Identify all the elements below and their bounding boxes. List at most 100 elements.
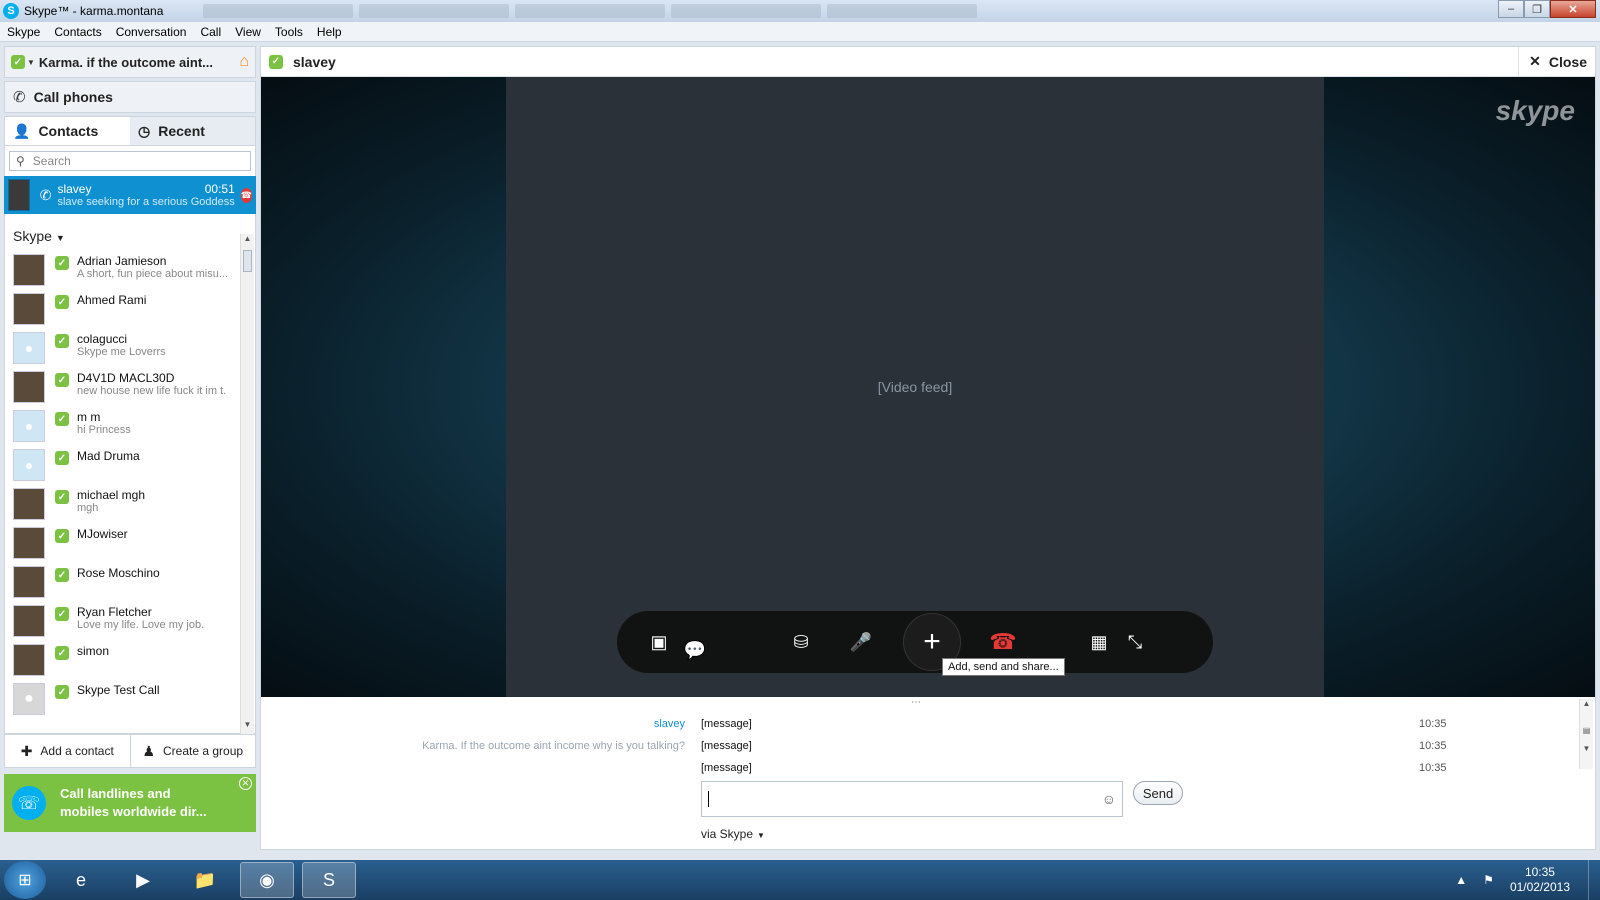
menu-bar: Skype Contacts Conversation Call View To… [0,22,1600,42]
contact-name: Ryan Fletcher [77,605,152,619]
avatar [13,566,45,598]
microphone-icon[interactable]: 🎤 [843,624,879,660]
chevron-down-icon[interactable]: ▼ [27,58,35,67]
menu-help[interactable]: Help [310,25,349,39]
promo-line-1: Call landlines and [60,786,171,801]
hangup-icon[interactable]: ☎ [240,187,252,203]
contact-mood: A short, fun piece about misu... [77,268,227,280]
home-icon[interactable]: ⌂ [239,53,249,71]
conversation-contact-name[interactable]: slavey [293,54,336,70]
promo-line-2: mobiles worldwide dir... [60,804,207,819]
phone-icon: ✆ [39,186,52,203]
active-call-info: slavey 00:51 slave seeking for a serious… [57,182,234,208]
list-item[interactable]: ● ✓ colagucci Skype me Loverrs [5,328,255,367]
fullscreen-icon[interactable]: ⤡ [1117,624,1153,660]
active-call-item[interactable]: ✆ slavey 00:51 slave seeking for a serio… [4,176,256,214]
avatar [13,293,45,325]
clock[interactable]: 10:35 01/02/2013 [1510,865,1570,895]
minimize-button[interactable]: – [1498,0,1524,18]
maximize-button[interactable]: ❐ [1524,0,1550,18]
avatar [13,644,45,676]
tab-contacts[interactable]: 👤 Contacts [5,117,130,145]
scroll-down-icon[interactable]: ▼ [241,720,254,734]
show-desktop-button[interactable] [1588,860,1600,900]
create-group-button[interactable]: ♟ Create a group [131,735,256,767]
online-status-icon: ✓ [55,295,69,309]
emoticon-icon[interactable]: ☺ [1102,791,1116,807]
list-item[interactable]: ✓ Adrian Jamieson A short, fun piece abou… [5,250,255,289]
list-item[interactable]: ✓ michael mgh mgh [5,484,255,523]
internet-explorer-icon[interactable]: e [54,862,108,898]
video-placeholder: [Video feed] [877,379,953,395]
message-time: 10:35 [1419,740,1447,752]
via-selector[interactable]: via Skype ▼ [701,827,765,841]
list-item[interactable]: ● ✓ Skype Test Call [5,679,255,718]
list-item[interactable]: ✓ simon [5,640,255,679]
media-player-icon[interactable]: ▶ [116,862,170,898]
send-button[interactable]: Send [1133,781,1183,805]
folder-icon[interactable]: 📁 [178,862,232,898]
list-item[interactable]: ● ✓ Mad Druma [5,445,255,484]
message-input[interactable]: ☺ [701,781,1123,817]
message-text: [message] [701,762,752,774]
menu-skype[interactable]: Skype [0,25,47,39]
scroll-up-icon[interactable]: ▲ [241,234,254,248]
signal-icon[interactable]: ▦ [1081,624,1117,660]
resize-handle[interactable]: ⋯ [911,697,921,708]
chat-icon[interactable]: 💬 [677,566,713,718]
message-sender[interactable]: Karma. If the outcome aint income why is… [261,740,701,752]
call-duration: 00:51 [204,182,235,196]
call-phones-button[interactable]: ✆ Call phones [4,81,256,113]
chat-scrollbar[interactable]: ▲ ▤ ▼ [1579,699,1593,769]
add-contact-button[interactable]: ✚ Add a contact [5,735,131,767]
menu-view[interactable]: View [228,25,268,39]
active-call-name: slavey [57,182,92,196]
video-off-icon[interactable]: ⛁ [783,624,819,660]
list-item[interactable]: ● ✓ m m hi Princess [5,406,255,445]
clock-date: 01/02/2013 [1509,880,1570,894]
network-icon[interactable]: ⚑ [1483,873,1494,887]
list-item[interactable]: ✓ MJowiser [5,523,255,562]
list-item[interactable]: ✓ D4V1D MACL30D new house new life fuck i… [5,367,255,406]
contact-group-header[interactable]: Skype ▼ [5,214,255,250]
contact-mood: Love my life. Love my job. [77,619,205,631]
close-conversation-button[interactable]: ✕ Close [1518,46,1587,77]
list-item[interactable]: ✓ Rose Moschino [5,562,255,601]
start-button[interactable]: ⊞ [4,861,46,899]
skype-taskbar-icon[interactable]: S [302,862,356,898]
list-item[interactable]: ✓ Ryan Fletcher Love my life. Love my job… [5,601,255,640]
profile-bar[interactable]: ✓ ▼ Karma. if the outcome aint... ⌂ [4,46,256,78]
contacts-list: Skype ▼ ✓ Adrian Jamieson A short, fun pie… [4,214,256,734]
message-time: 10:35 [1419,718,1447,730]
menu-call[interactable]: Call [193,25,228,39]
menu-contacts[interactable]: Contacts [47,25,108,39]
avatar: ● [13,683,45,715]
screen-share-icon[interactable]: ▣ [641,624,677,660]
promo-text: Call landlines and mobiles worldwide dir… [60,785,207,821]
hangup-icon[interactable]: ☎ [985,624,1021,660]
search-input[interactable]: ⚲ Search [9,151,251,171]
list-item[interactable]: ✓ Ahmed Rami [5,289,255,328]
avatar: ● [13,449,45,481]
tab-recent[interactable]: ◷ Recent [130,117,255,145]
left-sidebar: ✓ ▼ Karma. if the outcome aint... ⌂ ✆ Ca… [4,46,256,850]
promo-banner[interactable]: ☏ Call landlines and mobiles worldwide d… [4,774,256,832]
taskbar: ⊞ e ▶ 📁 ◉ S ▲ ⚑ 10:35 01/02/2013 [0,860,1600,900]
video-area: [Video feed] skype ▣ 💬 ⛁ 🎤 + ☎ ▦ ⤡ Add, … [261,77,1595,697]
add-contact-label: Add a contact [40,744,114,758]
conversation-header: ✓ slavey ✕ Close [261,46,1595,77]
menu-tools[interactable]: Tools [268,25,310,39]
tray-expand-icon[interactable]: ▲ [1455,873,1467,887]
contacts-scrollbar[interactable]: ▲ ▼ [240,234,254,734]
online-status-icon[interactable]: ✓ [11,55,25,69]
close-window-button[interactable]: ✕ [1550,0,1596,18]
menu-conversation[interactable]: Conversation [109,25,194,39]
profile-mood[interactable]: Karma. if the outcome aint... [39,55,239,70]
message-sender[interactable]: slavey [261,718,701,730]
contact-name: Adrian Jamieson [77,254,167,268]
scroll-thumb[interactable] [243,250,252,272]
avatar [13,488,45,520]
firefox-icon[interactable]: ◉ [240,862,294,898]
system-tray: ▲ ⚑ 10:35 01/02/2013 [1447,865,1578,895]
close-icon[interactable]: ✕ [239,777,252,790]
